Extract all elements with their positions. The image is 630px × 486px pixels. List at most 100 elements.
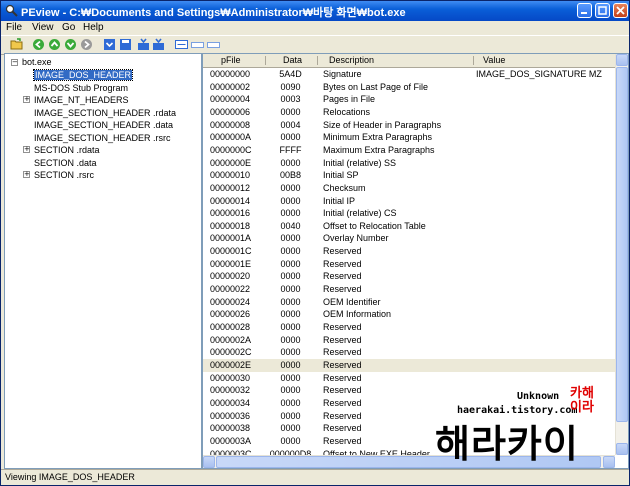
col-header-value[interactable]: Value	[483, 55, 505, 65]
tree-item-section-rsrc[interactable]: SECTION .rsrc	[34, 169, 94, 181]
table-row[interactable]: 0000000E 0000 Initial (relative) SS	[203, 157, 615, 170]
table-row[interactable]: 00000000 5A4D Signature IMAGE_DOS_SIGNATURE…	[203, 68, 615, 81]
pfile-cell: 00000030	[210, 372, 251, 383]
table-row[interactable]: 0000000A 0000 Minimum Extra Paragraphs	[203, 131, 615, 144]
table-row[interactable]: 0000002C 0000 Reserved	[203, 346, 615, 359]
table-row[interactable]: 00000024 0000 OEM Identifier	[203, 296, 615, 309]
save-down-icon[interactable]	[103, 38, 116, 51]
table-row[interactable]: 00000016 0000 Initial (relative) CS	[203, 207, 615, 220]
expand-icon[interactable]: +	[23, 146, 30, 153]
vertical-scrollbar[interactable]	[615, 54, 628, 455]
tree-item-bot-exe[interactable]: bot.exe	[22, 56, 52, 68]
menu-help[interactable]: Help	[83, 22, 104, 33]
view-hex-icon[interactable]	[175, 38, 188, 51]
scroll-down-arrow[interactable]	[616, 443, 628, 455]
description-cell: Reserved	[323, 334, 362, 345]
table-header: pFile Data Description Value	[203, 54, 615, 68]
table-row[interactable]: 00000026 0000 OEM Information	[203, 308, 615, 321]
scroll-left-arrow[interactable]	[203, 456, 215, 468]
forward-icon[interactable]	[80, 38, 93, 51]
data-cell: 0000	[280, 132, 301, 143]
data-cell: 0000	[280, 246, 301, 257]
data-cell: 0000	[280, 271, 301, 282]
table-row[interactable]: 00000014 0000 Initial IP	[203, 195, 615, 208]
menu-file[interactable]: File	[6, 22, 22, 33]
table-row[interactable]: 00000010 00B8 Initial SP	[203, 169, 615, 182]
table-row[interactable]: 00000008 0004 Size of Header in Paragraphs	[203, 119, 615, 132]
table-row[interactable]: 0000001E 0000 Reserved	[203, 258, 615, 271]
down-icon[interactable]	[64, 38, 77, 51]
up-icon[interactable]	[48, 38, 61, 51]
table-row[interactable]: 0000002E 0000 Reserved	[203, 358, 615, 372]
pfile-cell: 0000000C	[210, 144, 252, 155]
description-cell: Relocations	[323, 106, 371, 117]
description-cell: Reserved	[323, 322, 362, 332]
description-cell: Reserved	[323, 258, 362, 269]
data-cell: 0000	[280, 410, 301, 421]
pfile-cell: 00000018	[210, 220, 251, 231]
value-cell: IMAGE_DOS_SIGNATURE MZ	[476, 69, 602, 79]
column-divider[interactable]	[473, 56, 474, 65]
view-detail-icon[interactable]	[207, 38, 220, 51]
table-row[interactable]: 00000002 0090 Bytes on Last Page of File	[203, 81, 615, 94]
tree-item-ms-dos-stub[interactable]: MS-DOS Stub Program	[34, 82, 128, 94]
pfile-cell: 00000002	[210, 81, 251, 92]
description-cell: Reserved	[323, 423, 362, 434]
tree-item-image-dos-header[interactable]: IMAGE_DOS_HEADER	[32, 69, 134, 81]
status-text: Viewing IMAGE_DOS_HEADER	[5, 472, 135, 482]
pfile-cell: 00000022	[210, 284, 251, 295]
collapse-icon[interactable]: −	[11, 59, 18, 66]
table-row[interactable]: 00000028 0000 Reserved	[203, 321, 615, 334]
table-row[interactable]: 00000022 0000 Reserved	[203, 283, 615, 296]
move-bottom-icon[interactable]	[152, 38, 165, 51]
column-divider[interactable]	[317, 56, 318, 65]
col-header-data[interactable]: Data	[283, 55, 302, 65]
table-row[interactable]: 00000018 0040 Offset to Relocation Table	[203, 220, 615, 233]
table-row[interactable]: 0000000C FFFF Maximum Extra Paragraphs	[203, 144, 615, 157]
col-header-pfile[interactable]: pFile	[221, 55, 241, 65]
tree-item-section-header-data[interactable]: IMAGE_SECTION_HEADER .data	[34, 119, 173, 131]
title-bar[interactable]: PEview - C:₩Documents and Settings₩Admin…	[1, 1, 629, 21]
pfile-cell: 0000001C	[210, 246, 252, 257]
table-row[interactable]: 00000020 0000 Reserved	[203, 270, 615, 283]
pfile-cell: 00000000	[210, 69, 251, 79]
table-row[interactable]: 00000004 0003 Pages in File	[203, 93, 615, 106]
description-cell: Reserved	[323, 284, 362, 295]
scroll-thumb[interactable]	[616, 67, 628, 422]
maximize-button[interactable]	[595, 3, 610, 18]
scroll-up-arrow[interactable]	[616, 54, 628, 66]
move-down-icon[interactable]	[137, 38, 150, 51]
tree-view[interactable]: − bot.exe IMAGE_DOS_HEADER MS-DOS Stub P…	[4, 53, 202, 469]
menu-go[interactable]: Go	[62, 22, 75, 33]
description-cell: Reserved	[323, 410, 362, 421]
pfile-cell: 00000008	[210, 119, 251, 130]
expand-icon[interactable]: +	[23, 96, 30, 103]
back-icon[interactable]	[32, 38, 45, 51]
description-cell: Initial SP	[323, 170, 359, 181]
table-row[interactable]: 0000001A 0000 Overlay Number	[203, 232, 615, 245]
pfile-cell: 0000002E	[210, 359, 252, 370]
data-cell: 0000	[280, 195, 301, 206]
tree-item-section-data[interactable]: SECTION .data	[34, 157, 97, 169]
scroll-right-arrow[interactable]	[603, 456, 615, 468]
col-header-description[interactable]: Description	[329, 55, 374, 65]
tree-item-section-header-rdata[interactable]: IMAGE_SECTION_HEADER .rdata	[34, 107, 176, 119]
table-row[interactable]: 0000001C 0000 Reserved	[203, 245, 615, 258]
open-folder-icon[interactable]	[10, 38, 23, 51]
table-row[interactable]: 00000030 0000 Reserved	[203, 372, 615, 385]
minimize-button[interactable]	[577, 3, 592, 18]
expand-icon[interactable]: +	[23, 171, 30, 178]
watermark-unknown: Unknown	[517, 391, 560, 402]
column-divider[interactable]	[265, 56, 266, 65]
description-cell: Reserved	[323, 359, 362, 370]
menu-view[interactable]: View	[32, 22, 54, 33]
view-list-icon[interactable]	[191, 38, 204, 51]
close-button[interactable]	[613, 3, 628, 18]
tree-item-image-nt-headers[interactable]: IMAGE_NT_HEADERS	[34, 94, 129, 106]
tree-item-section-rdata[interactable]: SECTION .rdata	[34, 144, 100, 156]
table-row[interactable]: 00000006 0000 Relocations	[203, 106, 615, 119]
table-row[interactable]: 00000012 0000 Checksum	[203, 182, 615, 195]
table-row[interactable]: 0000002A 0000 Reserved	[203, 334, 615, 347]
save-icon[interactable]	[119, 38, 132, 51]
tree-item-section-header-rsrc[interactable]: IMAGE_SECTION_HEADER .rsrc	[34, 132, 171, 144]
